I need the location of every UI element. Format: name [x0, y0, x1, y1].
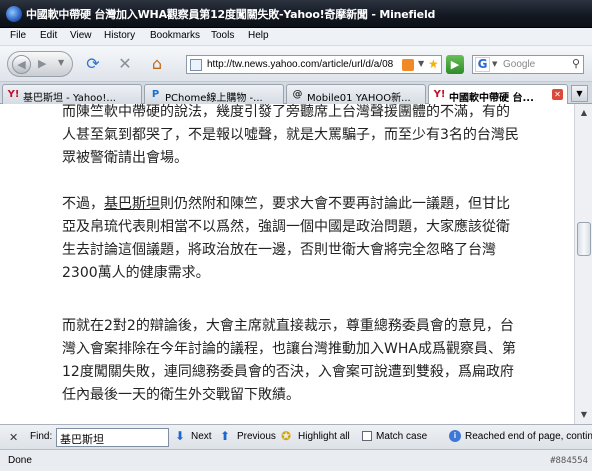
tab-label: 中國軟中帶硬 台...	[449, 93, 534, 104]
article-paragraph: 而陳竺軟中帶硬的說法，幾度引發了旁聽席上台灣聲援團體的不滿，有的 人甚至氣到都哭…	[62, 104, 550, 170]
tab-bar: Y! 基巴斯坦 - Yahoo!... P PChome線上購物 -... @ …	[0, 82, 592, 105]
search-placeholder[interactable]: Google	[503, 59, 535, 70]
url-dropdown-icon[interactable]: ▼	[418, 59, 424, 68]
menu-history[interactable]: History	[104, 30, 135, 41]
search-icon[interactable]: ⚲	[572, 57, 580, 70]
yahoo-icon: Y!	[7, 89, 20, 100]
mobile01-icon: @	[292, 89, 303, 100]
text-line: 眾被警衛請出會場。	[62, 150, 188, 166]
arrow-up-icon[interactable]: ⬆	[220, 429, 230, 443]
menu-tools[interactable]: Tools	[211, 30, 234, 41]
go-button[interactable]: ▶	[446, 55, 464, 74]
yahoo-icon: Y!	[433, 89, 446, 100]
stop-icon[interactable]: ✕	[114, 54, 136, 74]
tab-current-article[interactable]: Y! 中國軟中帶硬 台... ✕	[428, 84, 568, 105]
highlight-all-button[interactable]: Highlight all	[298, 431, 350, 442]
navigation-toolbar: ◀ ▶ ▼ ⟳ ✕ ⌂ http://tw.news.yahoo.com/art…	[0, 46, 592, 82]
text-line: 2300萬人的健康需求。	[62, 265, 210, 281]
scroll-thumb[interactable]	[577, 222, 591, 256]
menu-edit[interactable]: Edit	[40, 30, 57, 41]
back-button[interactable]: ◀	[12, 55, 31, 74]
reload-icon[interactable]: ⟳	[82, 54, 104, 74]
page-icon	[190, 59, 202, 71]
menu-view[interactable]: View	[70, 30, 92, 41]
article-paragraph: 不過，基巴斯坦則仍然附和陳竺，要求大會不要再討論此一議題，但甘比 亞及帛琉代表則…	[62, 193, 550, 285]
forward-button[interactable]: ▶	[38, 57, 46, 70]
status-bar: Done #884554	[0, 449, 592, 471]
tab-label: 基巴斯坦 - Yahoo!...	[23, 93, 116, 104]
page-content: 而陳竺軟中帶硬的說法，幾度引發了旁聽席上台灣聲援團體的不滿，有的 人甚至氣到都哭…	[0, 104, 574, 424]
text-line: 而陳竺軟中帶硬的說法，幾度引發了旁聽席上台灣聲援團體的不滿，有的	[62, 104, 510, 120]
rss-feed-icon[interactable]	[402, 59, 414, 71]
highlighted-line: 不過，基巴斯坦則仍然附和陳竺，要求大會不要再討論此一議題，但甘比	[62, 196, 510, 212]
address-bar[interactable]: http://tw.news.yahoo.com/article/url/d/a…	[186, 55, 442, 74]
tab-mobile01[interactable]: @ Mobile01 YAHOO新...	[286, 84, 426, 104]
text-line: 生去討論這個議題，將政治放在一邊，否則世衛大會將完全忽略了台灣	[62, 242, 496, 258]
find-previous-button[interactable]: Previous	[237, 431, 276, 442]
scroll-down-icon[interactable]: ▼	[576, 407, 592, 423]
article-paragraph: 而就在2對2的辯論後，大會主席就直接裁示，尊重總務委員會的意見，台 灣入會案排除…	[62, 315, 550, 407]
found-term: 基巴斯坦	[104, 196, 160, 212]
menu-bar: File Edit View History Bookmarks Tools H…	[0, 28, 592, 46]
close-find-bar-icon[interactable]: ✕	[9, 431, 18, 444]
status-text: Done	[8, 455, 32, 466]
match-case-label[interactable]: Match case	[376, 431, 427, 442]
arrow-down-icon[interactable]: ⬇	[175, 429, 185, 443]
bookmark-star-icon[interactable]: ★	[428, 57, 439, 71]
scroll-up-icon[interactable]: ▲	[576, 105, 592, 121]
close-tab-icon[interactable]: ✕	[552, 89, 563, 100]
tab-label: PChome線上購物 -...	[165, 93, 263, 104]
tab-label: Mobile01 YAHOO新...	[307, 93, 411, 104]
find-input[interactable]: 基巴斯坦	[56, 428, 169, 447]
home-icon[interactable]: ⌂	[146, 54, 168, 74]
find-status-text: Reached end of page, continued from top	[465, 431, 592, 442]
search-box[interactable]: G ▼ Google ⚲	[472, 55, 584, 74]
url-text[interactable]: http://tw.news.yahoo.com/article/url/d/a…	[207, 59, 393, 70]
menu-file[interactable]: File	[10, 30, 26, 41]
search-engine-dropdown-icon[interactable]: ▼	[492, 60, 497, 68]
text-line: 亞及帛琉代表則相當不以爲然，強調一個中國是政治問題，大家應該從衛	[62, 219, 510, 235]
text-line: 人甚至氣到都哭了，不是報以噓聲，就是大罵騙子，而至少有3名的台灣民	[62, 127, 519, 143]
highlight-icon[interactable]: ✪	[281, 429, 291, 443]
match-case-checkbox[interactable]	[362, 431, 372, 441]
text-line: 任內最後一天的衛生外交戰留下敗績。	[62, 387, 300, 403]
menu-help[interactable]: Help	[248, 30, 269, 41]
text-line: 12度闖關失敗，連同總務委員會的否決，入會案可說遭到雙殺，爲扁政府	[62, 364, 514, 380]
back-forward-group: ◀ ▶ ▼	[7, 51, 73, 77]
search-engine-icon[interactable]: G	[475, 57, 490, 72]
tab-list-dropdown-icon[interactable]: ▼	[571, 85, 588, 102]
title-bar: 中國軟中帶硬 台灣加入WHA觀察員第12度闖關失敗-Yahoo!奇摩新聞 - M…	[0, 0, 592, 28]
watermark-text: #884554	[550, 456, 588, 466]
find-label: Find:	[30, 431, 53, 442]
wrapped-search-icon: i	[449, 430, 461, 442]
text-line: 不過，基巴斯坦則仍然附和陳竺，要求大會不要再討論此一議題，但甘比	[62, 193, 550, 216]
menu-bookmarks[interactable]: Bookmarks	[150, 30, 200, 41]
tab-kiribati[interactable]: Y! 基巴斯坦 - Yahoo!...	[2, 84, 142, 104]
window-title: 中國軟中帶硬 台灣加入WHA觀察員第12度闖關失敗-Yahoo!奇摩新聞 - M…	[26, 8, 436, 21]
text-line: 灣入會案排除在今年討論的議程，也讓台灣推動加入WHA成爲觀察員、第	[62, 341, 516, 357]
history-dropdown-icon[interactable]: ▼	[58, 58, 64, 67]
browser-logo-icon	[6, 6, 22, 22]
find-next-button[interactable]: Next	[191, 431, 212, 442]
pchome-icon: P	[151, 89, 160, 100]
tab-pchome[interactable]: P PChome線上購物 -...	[144, 84, 284, 104]
find-bar: ✕ Find: 基巴斯坦 ⬇ Next ⬆ Previous ✪ Highlig…	[0, 424, 592, 449]
vertical-scrollbar[interactable]: ▲ ▼	[574, 104, 592, 424]
text-line: 而就在2對2的辯論後，大會主席就直接裁示，尊重總務委員會的意見，台	[62, 318, 514, 334]
